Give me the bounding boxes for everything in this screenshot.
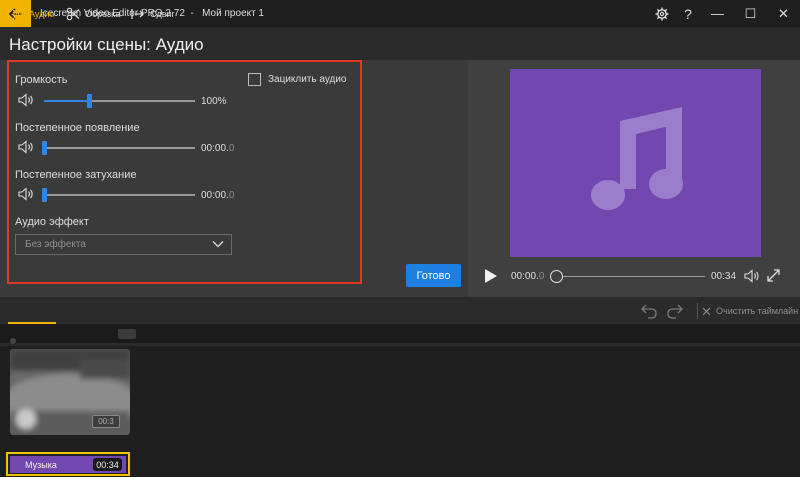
- video-clip-duration: 00:3: [92, 415, 120, 428]
- volume-fill: [44, 100, 90, 102]
- tab-audio[interactable]: Аудио: [11, 0, 54, 28]
- close-icon: [702, 307, 711, 315]
- gear-icon: [655, 7, 669, 20]
- preview-canvas: [510, 69, 761, 257]
- maximize-button[interactable]: ☐: [734, 0, 767, 27]
- tab-audio-label: Аудио: [29, 9, 55, 19]
- loop-label: Зациклить аудио: [268, 74, 347, 85]
- loop-checkbox[interactable]: [248, 73, 261, 86]
- done-button[interactable]: Готово: [406, 264, 461, 287]
- play-icon[interactable]: [484, 268, 498, 284]
- shift-icon: [131, 9, 144, 19]
- clear-timeline-label: Очистить таймлайн: [716, 306, 799, 316]
- music-note-icon: [591, 107, 683, 210]
- tab-trim[interactable]: Обрезка: [66, 0, 120, 28]
- chevron-down-icon: [212, 241, 224, 248]
- speaker-icon[interactable]: [18, 140, 36, 154]
- tab-shift-label: Сдвиг: [150, 9, 175, 19]
- audio-effect-select[interactable]: Без эффекта: [15, 234, 232, 255]
- fade-out-thumb[interactable]: [42, 188, 47, 202]
- total-time: 00:34: [711, 271, 737, 282]
- timeline-ruler-track: [0, 343, 800, 346]
- toolbar-divider: [697, 303, 698, 319]
- scissors-icon: [66, 7, 80, 21]
- settings-button[interactable]: [649, 0, 675, 27]
- minimize-button[interactable]: —: [701, 0, 734, 27]
- tab-trim-label: Обрезка: [85, 9, 121, 19]
- fade-out-value: 00:00.0: [201, 190, 235, 201]
- tab-shift[interactable]: Сдвиг: [131, 0, 175, 28]
- fade-in-thumb[interactable]: [42, 141, 47, 155]
- audio-effect-label: Аудио эффект: [15, 216, 89, 228]
- preview-seek-thumb[interactable]: [550, 270, 563, 283]
- page-title: Настройки сцены: Аудио: [9, 35, 204, 54]
- redo-icon[interactable]: [666, 303, 684, 319]
- fade-in-value: 00:00.0: [201, 143, 235, 154]
- page-header: Настройки сцены: Аудио: [0, 27, 800, 60]
- help-button[interactable]: ?: [675, 0, 701, 27]
- volume-value: 100%: [201, 96, 227, 107]
- speaker-icon[interactable]: [18, 93, 36, 107]
- close-button[interactable]: ✕: [767, 0, 800, 27]
- active-tab-indicator: [8, 322, 56, 324]
- fade-in-label: Постепенное появление: [15, 122, 140, 134]
- undo-icon[interactable]: [640, 303, 658, 319]
- volume-slider[interactable]: [44, 100, 195, 102]
- preview-seekbar[interactable]: [550, 276, 705, 277]
- fade-out-label: Постепенное затухание: [15, 169, 137, 181]
- volume-label: Громкость: [15, 74, 68, 86]
- timeline-start-marker: [10, 338, 16, 344]
- audio-clip-label: Музыка: [25, 460, 57, 470]
- fade-out-slider[interactable]: [44, 194, 195, 196]
- fade-in-slider[interactable]: [44, 147, 195, 149]
- audio-clip-duration: 00:34: [93, 458, 122, 471]
- clear-timeline-button[interactable]: Очистить таймлайн: [702, 297, 798, 325]
- speaker-icon[interactable]: [18, 187, 36, 201]
- gear-icon: [11, 7, 24, 21]
- current-time: 00:00.0: [511, 271, 545, 282]
- volume-thumb[interactable]: [87, 94, 93, 108]
- fullscreen-icon[interactable]: [766, 268, 781, 283]
- audio-effect-value: Без эффекта: [25, 239, 86, 250]
- volume-icon[interactable]: [744, 268, 760, 284]
- playhead-handle[interactable]: [118, 329, 136, 339]
